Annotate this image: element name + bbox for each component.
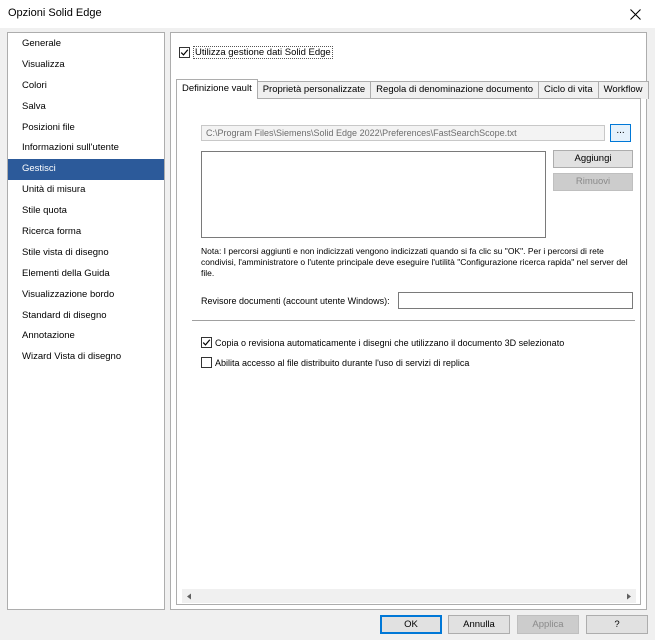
tab-ciclo-di-vita[interactable]: Ciclo di vita [538,81,599,99]
use-data-management-label: Utilizza gestione dati Solid Edge [193,46,333,59]
sidebar-item-salva[interactable]: Salva [8,97,164,118]
sidebar-item-stile-vista-disegno[interactable]: Stile vista di disegno [8,243,164,264]
sidebar-item-informazioni-utente[interactable]: Informazioni sull'utente [8,138,164,159]
copy-revise-drawings-option[interactable]: Copia o revisiona automaticamente i dise… [201,337,564,348]
settings-panel: Utilizza gestione dati Solid Edge Defini… [170,32,649,610]
sidebar-item-gestisci[interactable]: Gestisci [8,159,164,181]
sidebar-item-visualizzazione-bordo[interactable]: Visualizzazione bordo [8,285,164,306]
search-scope-path-field: C:\Program Files\Siemens\Solid Edge 2022… [201,125,605,141]
document-reviewer-label: Revisore documenti (account utente Windo… [201,296,390,306]
copy-revise-drawings-label: Copia o revisiona automaticamente i dise… [215,337,565,348]
sidebar-item-visualizza[interactable]: Visualizza [8,55,164,76]
replication-access-checkbox[interactable] [201,357,212,368]
help-button[interactable]: ? [586,615,648,634]
scroll-left-button[interactable] [182,589,196,603]
tab-regola-denominazione[interactable]: Regola di denominazione documento [370,81,540,99]
indexing-note: Nota: I percorsi aggiunti e non indicizz… [201,246,628,278]
sidebar-item-colori[interactable]: Colori [8,76,164,97]
apply-button: Applica [517,615,579,634]
close-icon [629,8,641,20]
tab-workflow[interactable]: Workflow [597,81,649,99]
cancel-button[interactable]: Annulla [448,615,510,634]
horizontal-scrollbar[interactable] [182,589,636,603]
separator [192,320,635,321]
arrow-right-icon [627,593,631,599]
checkmark-icon [202,339,211,346]
copy-revise-drawings-checkbox[interactable] [201,337,212,348]
use-data-management-option[interactable]: Utilizza gestione dati Solid Edge [179,46,333,59]
replication-access-label: Abilita accesso al file distribuito dura… [215,357,470,368]
sidebar-item-standard-disegno[interactable]: Standard di disegno [8,306,164,327]
ok-button[interactable]: OK [380,615,442,634]
options-category-list[interactable]: Generale Visualizza Colori Salva Posizio… [7,32,165,610]
browse-button[interactable]: ... [610,124,631,142]
scroll-track[interactable] [196,589,622,603]
sidebar-item-wizard-vista-disegno[interactable]: Wizard Vista di disegno [8,347,164,368]
add-button[interactable]: Aggiungi [553,150,633,168]
sidebar-item-generale[interactable]: Generale [8,34,164,55]
vault-definition-page: C:\Program Files\Siemens\Solid Edge 2022… [176,98,641,605]
sidebar-item-elementi-guida[interactable]: Elementi della Guida [8,264,164,285]
remove-button: Rimuovi [553,173,633,191]
sidebar-item-ricerca-forma[interactable]: Ricerca forma [8,222,164,243]
arrow-left-icon [187,593,191,599]
document-reviewer-field[interactable] [398,292,633,309]
title-bar: Opzioni Solid Edge [0,0,655,28]
tab-strip: Definizione vault Proprietà personalizza… [176,79,649,99]
scroll-right-button[interactable] [622,589,636,603]
tab-definizione-vault[interactable]: Definizione vault [176,79,258,99]
window-title: Opzioni Solid Edge [8,7,102,19]
vault-paths-list[interactable] [201,151,546,238]
checkmark-icon [180,49,189,56]
tab-proprieta-personalizzate[interactable]: Proprietà personalizzate [256,81,372,99]
replication-access-option[interactable]: Abilita accesso al file distribuito dura… [201,357,469,368]
close-button[interactable] [615,0,655,28]
sidebar-item-unita-misura[interactable]: Unità di misura [8,180,164,201]
use-data-management-checkbox[interactable] [179,47,190,58]
sidebar-item-stile-quota[interactable]: Stile quota [8,201,164,222]
sidebar-item-posizioni-file[interactable]: Posizioni file [8,118,164,139]
sidebar-item-annotazione[interactable]: Annotazione [8,326,164,347]
